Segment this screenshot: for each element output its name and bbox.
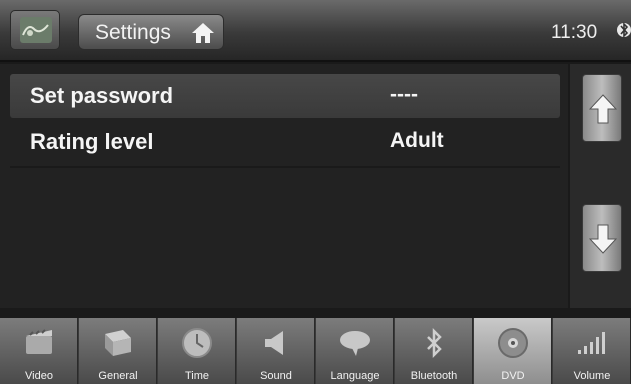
back-button[interactable]: [10, 10, 60, 50]
bluetooth-icon: [427, 327, 442, 359]
settings-list: Set password ---- Rating level Adult: [0, 64, 568, 308]
tab-label: Language: [330, 370, 380, 382]
row-label: Rating level: [30, 129, 154, 154]
tab-bluetooth[interactable]: Bluetooth: [395, 318, 473, 384]
video-icon: [26, 329, 52, 354]
speech-bubble-icon: [340, 331, 370, 356]
top-bar: Settings 11:30: [0, 0, 631, 62]
bluetooth-status-icon: [617, 22, 631, 38]
bottom-tab-bar: Video General Time Sound Language Blueto…: [0, 318, 631, 384]
tab-time[interactable]: Time: [158, 318, 236, 384]
tab-label: Bluetooth: [410, 370, 458, 382]
tab-label: Sound: [260, 370, 292, 382]
arrow-down-icon: [589, 224, 617, 254]
scroll-up-button[interactable]: [582, 74, 622, 142]
scroll-strip: [570, 64, 631, 308]
tab-label: Time: [184, 370, 210, 382]
tab-label: DVD: [501, 370, 525, 382]
tab-general[interactable]: General: [79, 318, 157, 384]
settings-title-button[interactable]: Settings: [78, 14, 224, 50]
tab-sound[interactable]: Sound: [237, 318, 315, 384]
tab-label: General: [98, 370, 138, 382]
disc-icon: [498, 328, 528, 358]
tab-label: Volume: [573, 370, 611, 382]
tab-label: Video: [25, 370, 53, 382]
row-value: Adult: [390, 129, 444, 152]
clock: 11:30: [551, 22, 598, 43]
arrow-up-icon: [589, 94, 617, 124]
volume-icon: [578, 332, 605, 354]
tab-video[interactable]: Video: [0, 318, 78, 384]
tab-dvd[interactable]: DVD: [474, 318, 552, 384]
general-icon: [105, 330, 131, 356]
tab-language[interactable]: Language: [316, 318, 394, 384]
page-title: Settings: [95, 21, 171, 44]
speaker-icon: [265, 331, 283, 355]
row-value: ----: [390, 83, 418, 106]
home-icon: [192, 23, 214, 43]
divider: [10, 166, 560, 168]
set-password-row[interactable]: Set password ----: [10, 74, 560, 118]
scroll-down-button[interactable]: [582, 204, 622, 272]
map-icon: [20, 17, 52, 43]
rating-level-row[interactable]: Rating level Adult: [10, 120, 560, 164]
clock-icon: [182, 328, 212, 358]
row-label: Set password: [30, 83, 174, 108]
tab-volume[interactable]: Volume: [553, 318, 631, 384]
